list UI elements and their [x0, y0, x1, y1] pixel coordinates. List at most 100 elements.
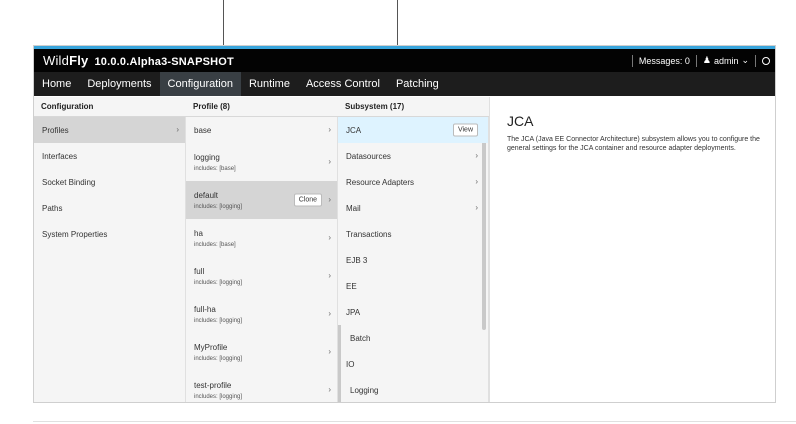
profile-includes: includes: [logging] — [194, 355, 243, 362]
subsystem-item-transactions[interactable]: Transactions — [338, 221, 488, 247]
subsystem-item-logging[interactable]: Logging — [338, 377, 488, 402]
profile-includes: includes: [logging] — [194, 393, 243, 400]
subsystem-label: JPA — [346, 307, 361, 317]
config-item-paths[interactable]: Paths — [34, 195, 185, 221]
subsystem-item-resource-adapters[interactable]: Resource Adapters › — [338, 169, 488, 195]
view-button[interactable]: View — [452, 123, 478, 137]
messages-label: Messages: 0 — [638, 55, 690, 66]
chevron-right-icon: › — [328, 195, 331, 205]
subsystem-label: EE — [346, 281, 357, 291]
config-item-profiles[interactable]: Profiles › — [34, 117, 185, 143]
subsystem-item-ejb3[interactable]: EJB 3 — [338, 247, 488, 273]
profile-name: test-profile — [194, 380, 232, 390]
divider — [695, 54, 697, 67]
profile-includes: includes: [logging] — [194, 279, 243, 286]
profile-name: full — [194, 266, 205, 276]
subsystem-label: IO — [346, 359, 355, 369]
subsystem-item-ee[interactable]: EE — [338, 273, 488, 299]
user-name: admin — [713, 55, 739, 66]
profile-name: ha — [194, 228, 203, 238]
tab-access-control[interactable]: Access Control — [298, 72, 388, 96]
top-right-controls: Messages: 0 ♟ admin ⌄ — [626, 54, 775, 67]
profile-item-full[interactable]: full includes: [logging] › — [186, 257, 337, 295]
subsystem-label: Transactions — [346, 229, 392, 239]
config-item-label: Socket Binding — [42, 177, 96, 187]
chevron-down-icon: ⌄ — [741, 55, 749, 65]
chevron-right-icon: › — [328, 233, 331, 243]
top-bar: Wild Fly 10.0.0.Alpha3-SNAPSHOT Messages:… — [34, 46, 775, 72]
tab-configuration[interactable]: Configuration — [159, 72, 241, 96]
configuration-column: Profiles › Interfaces Socket Binding Pat… — [34, 117, 186, 402]
chevron-right-icon: › — [328, 271, 331, 281]
profile-item-logging[interactable]: logging includes: [base] › — [186, 143, 337, 181]
chevron-right-icon: › — [328, 385, 331, 395]
tab-runtime[interactable]: Runtime — [241, 72, 298, 96]
subsystem-item-jpa[interactable]: JPA — [338, 299, 488, 325]
profile-name: MyProfile — [194, 342, 228, 352]
divider — [755, 54, 756, 67]
brand-bold: Fly — [69, 53, 89, 68]
profile-item-ha[interactable]: ha includes: [base] › — [186, 219, 337, 257]
profile-item-full-ha[interactable]: full-ha includes: [logging] › — [186, 295, 337, 333]
chevron-right-icon: › — [475, 177, 478, 187]
divider — [631, 54, 633, 67]
config-item-label: Interfaces — [42, 151, 78, 161]
preview-description: The JCA (Java EE Connector Architecture)… — [507, 136, 760, 152]
profile-item-base[interactable]: base › — [186, 117, 337, 143]
chevron-right-icon: › — [475, 203, 478, 213]
subsystem-item-mail[interactable]: Mail › — [338, 195, 488, 221]
config-item-label: System Properties — [42, 229, 108, 239]
app-window: Wild Fly 10.0.0.Alpha3-SNAPSHOT Messages:… — [33, 45, 776, 403]
version-label: 10.0.0.Alpha3-SNAPSHOT — [94, 56, 234, 68]
main-nav: Home Deployments Configuration Runtime A… — [34, 72, 775, 96]
subsystem-label: Mail — [346, 203, 361, 213]
user-icon: ♟ — [702, 55, 711, 65]
preview-title: JCA — [507, 113, 534, 129]
subsystem-label: Batch — [350, 333, 371, 343]
subsystem-label: Resource Adapters — [346, 177, 415, 187]
user-menu[interactable]: ♟ admin ⌄ — [703, 55, 749, 66]
brand-logo[interactable]: Wild Fly 10.0.0.Alpha3-SNAPSHOT — [34, 53, 234, 68]
tab-patching[interactable]: Patching — [388, 72, 447, 96]
subsystem-item-datasources[interactable]: Datasources › — [338, 143, 488, 169]
chevron-right-icon: › — [176, 125, 179, 135]
tab-home[interactable]: Home — [34, 72, 79, 96]
subsystem-label: Datasources — [346, 151, 391, 161]
divider — [33, 421, 796, 422]
subsystem-item-io[interactable]: IO — [338, 351, 488, 377]
subsystem-label: Logging — [350, 385, 379, 395]
config-item-label: Profiles — [42, 125, 69, 135]
config-item-socket-binding[interactable]: Socket Binding — [34, 169, 185, 195]
config-item-label: Paths — [42, 203, 63, 213]
brand-light: Wild — [43, 53, 70, 68]
profile-includes: includes: [base] — [194, 241, 236, 248]
config-item-system-properties[interactable]: System Properties — [34, 221, 185, 247]
chevron-right-icon: › — [475, 151, 478, 161]
config-column-title: Configuration — [41, 102, 94, 111]
chevron-right-icon: › — [328, 157, 331, 167]
profile-includes: includes: [logging] — [194, 317, 243, 324]
subsystem-label: EJB 3 — [346, 255, 368, 265]
chevron-right-icon: › — [328, 347, 331, 357]
chevron-right-icon: › — [328, 309, 331, 319]
profile-item-default[interactable]: default includes: [logging] Clone › — [186, 181, 337, 219]
profile-item-test-profile[interactable]: test-profile includes: [logging] › — [186, 371, 337, 402]
profile-column-title: Profile (8) — [193, 102, 230, 111]
profile-name: logging — [194, 152, 220, 162]
tab-deployments[interactable]: Deployments — [79, 72, 159, 96]
globe-icon[interactable] — [762, 56, 770, 65]
profile-column: base › logging includes: [base] › defaul… — [186, 117, 338, 402]
config-item-interfaces[interactable]: Interfaces — [34, 143, 185, 169]
clone-button[interactable]: Clone — [293, 193, 322, 207]
profile-name: base — [194, 125, 212, 135]
profile-name: full-ha — [194, 304, 216, 314]
profile-item-myprofile[interactable]: MyProfile includes: [logging] › — [186, 333, 337, 371]
subsystem-column: JCA View Datasources › Resource Adapters… — [338, 117, 489, 402]
profile-includes: includes: [base] — [194, 165, 236, 172]
messages-button[interactable]: Messages: 0 — [639, 56, 690, 66]
subsystem-column-title: Subsystem (17) — [345, 102, 405, 111]
subsystem-item-jca[interactable]: JCA View — [338, 117, 488, 143]
subsystem-item-batch[interactable]: Batch — [338, 325, 488, 351]
chevron-right-icon: › — [328, 125, 331, 135]
preview-panel: JCA The JCA (Java EE Connector Architect… — [489, 97, 775, 402]
